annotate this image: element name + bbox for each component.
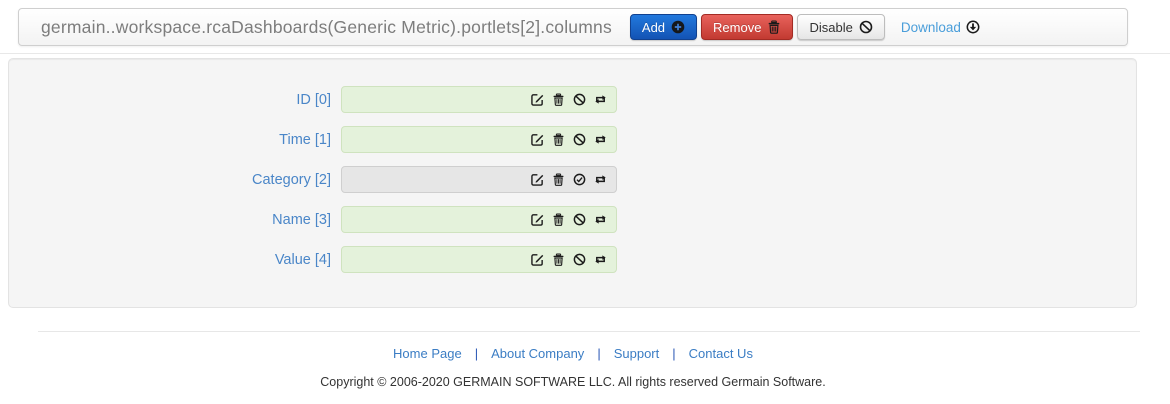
add-button[interactable]: Add [630, 14, 697, 40]
ban-icon [859, 20, 873, 34]
ban-icon[interactable] [573, 213, 586, 226]
trash-icon[interactable] [552, 173, 565, 186]
loop-icon[interactable] [594, 213, 607, 226]
header-actions: Add Remove Disable [630, 14, 889, 40]
column-field-time[interactable] [341, 126, 617, 153]
trash-icon [767, 20, 781, 34]
footer-link-about[interactable]: About Company [491, 346, 584, 361]
column-label-name[interactable]: Name [3] [9, 212, 341, 228]
edit-icon[interactable] [531, 213, 544, 226]
footer-link-home[interactable]: Home Page [393, 346, 462, 361]
footer-separator: | [597, 346, 600, 361]
column-row-id: ID [0] [9, 86, 1136, 113]
edit-icon[interactable] [531, 133, 544, 146]
download-link[interactable]: Download [901, 20, 980, 35]
column-row-value: Value [4] [9, 246, 1136, 273]
copyright-text: Copyright © 2006-2020 GERMAIN SOFTWARE L… [0, 375, 1146, 389]
footer-link-support[interactable]: Support [614, 346, 660, 361]
column-label-id[interactable]: ID [0] [9, 92, 341, 108]
column-label-time[interactable]: Time [1] [9, 132, 341, 148]
loop-icon[interactable] [594, 133, 607, 146]
ban-icon[interactable] [573, 93, 586, 106]
header-bar: germain..workspace.rcaDashboards(Generic… [18, 8, 1128, 46]
trash-icon[interactable] [552, 253, 565, 266]
check-circle-icon[interactable] [573, 173, 586, 186]
column-label-value[interactable]: Value [4] [9, 252, 341, 268]
loop-icon[interactable] [594, 253, 607, 266]
footer-separator: | [672, 346, 675, 361]
edit-icon[interactable] [531, 93, 544, 106]
remove-button[interactable]: Remove [701, 14, 793, 40]
column-label-category[interactable]: Category [2] [9, 172, 341, 188]
ban-icon[interactable] [573, 253, 586, 266]
footer-separator: | [475, 346, 478, 361]
footer-link-contact[interactable]: Contact Us [689, 346, 753, 361]
trash-icon[interactable] [552, 133, 565, 146]
ban-icon[interactable] [573, 133, 586, 146]
column-field-category[interactable] [341, 166, 617, 193]
footer-links: Home Page | About Company | Support | Contact … [0, 346, 1146, 361]
loop-icon[interactable] [594, 173, 607, 186]
loop-icon[interactable] [594, 93, 607, 106]
footer-divider [38, 331, 1140, 332]
plus-circle-icon [671, 20, 685, 34]
edit-icon[interactable] [531, 173, 544, 186]
header: germain..workspace.rcaDashboards(Generic… [0, 0, 1170, 54]
edit-icon[interactable] [531, 253, 544, 266]
page-title: germain..workspace.rcaDashboards(Generic… [41, 17, 612, 38]
column-field-value[interactable] [341, 246, 617, 273]
trash-icon[interactable] [552, 93, 565, 106]
download-circle-icon [966, 20, 980, 34]
trash-icon[interactable] [552, 213, 565, 226]
column-field-name[interactable] [341, 206, 617, 233]
column-row-category: Category [2] [9, 166, 1136, 193]
column-row-time: Time [1] [9, 126, 1136, 153]
disable-button[interactable]: Disable [797, 14, 884, 40]
column-row-name: Name [3] [9, 206, 1136, 233]
columns-panel: ID [0] Time [1] Category [2] Nam [8, 58, 1137, 308]
column-field-id[interactable] [341, 86, 617, 113]
